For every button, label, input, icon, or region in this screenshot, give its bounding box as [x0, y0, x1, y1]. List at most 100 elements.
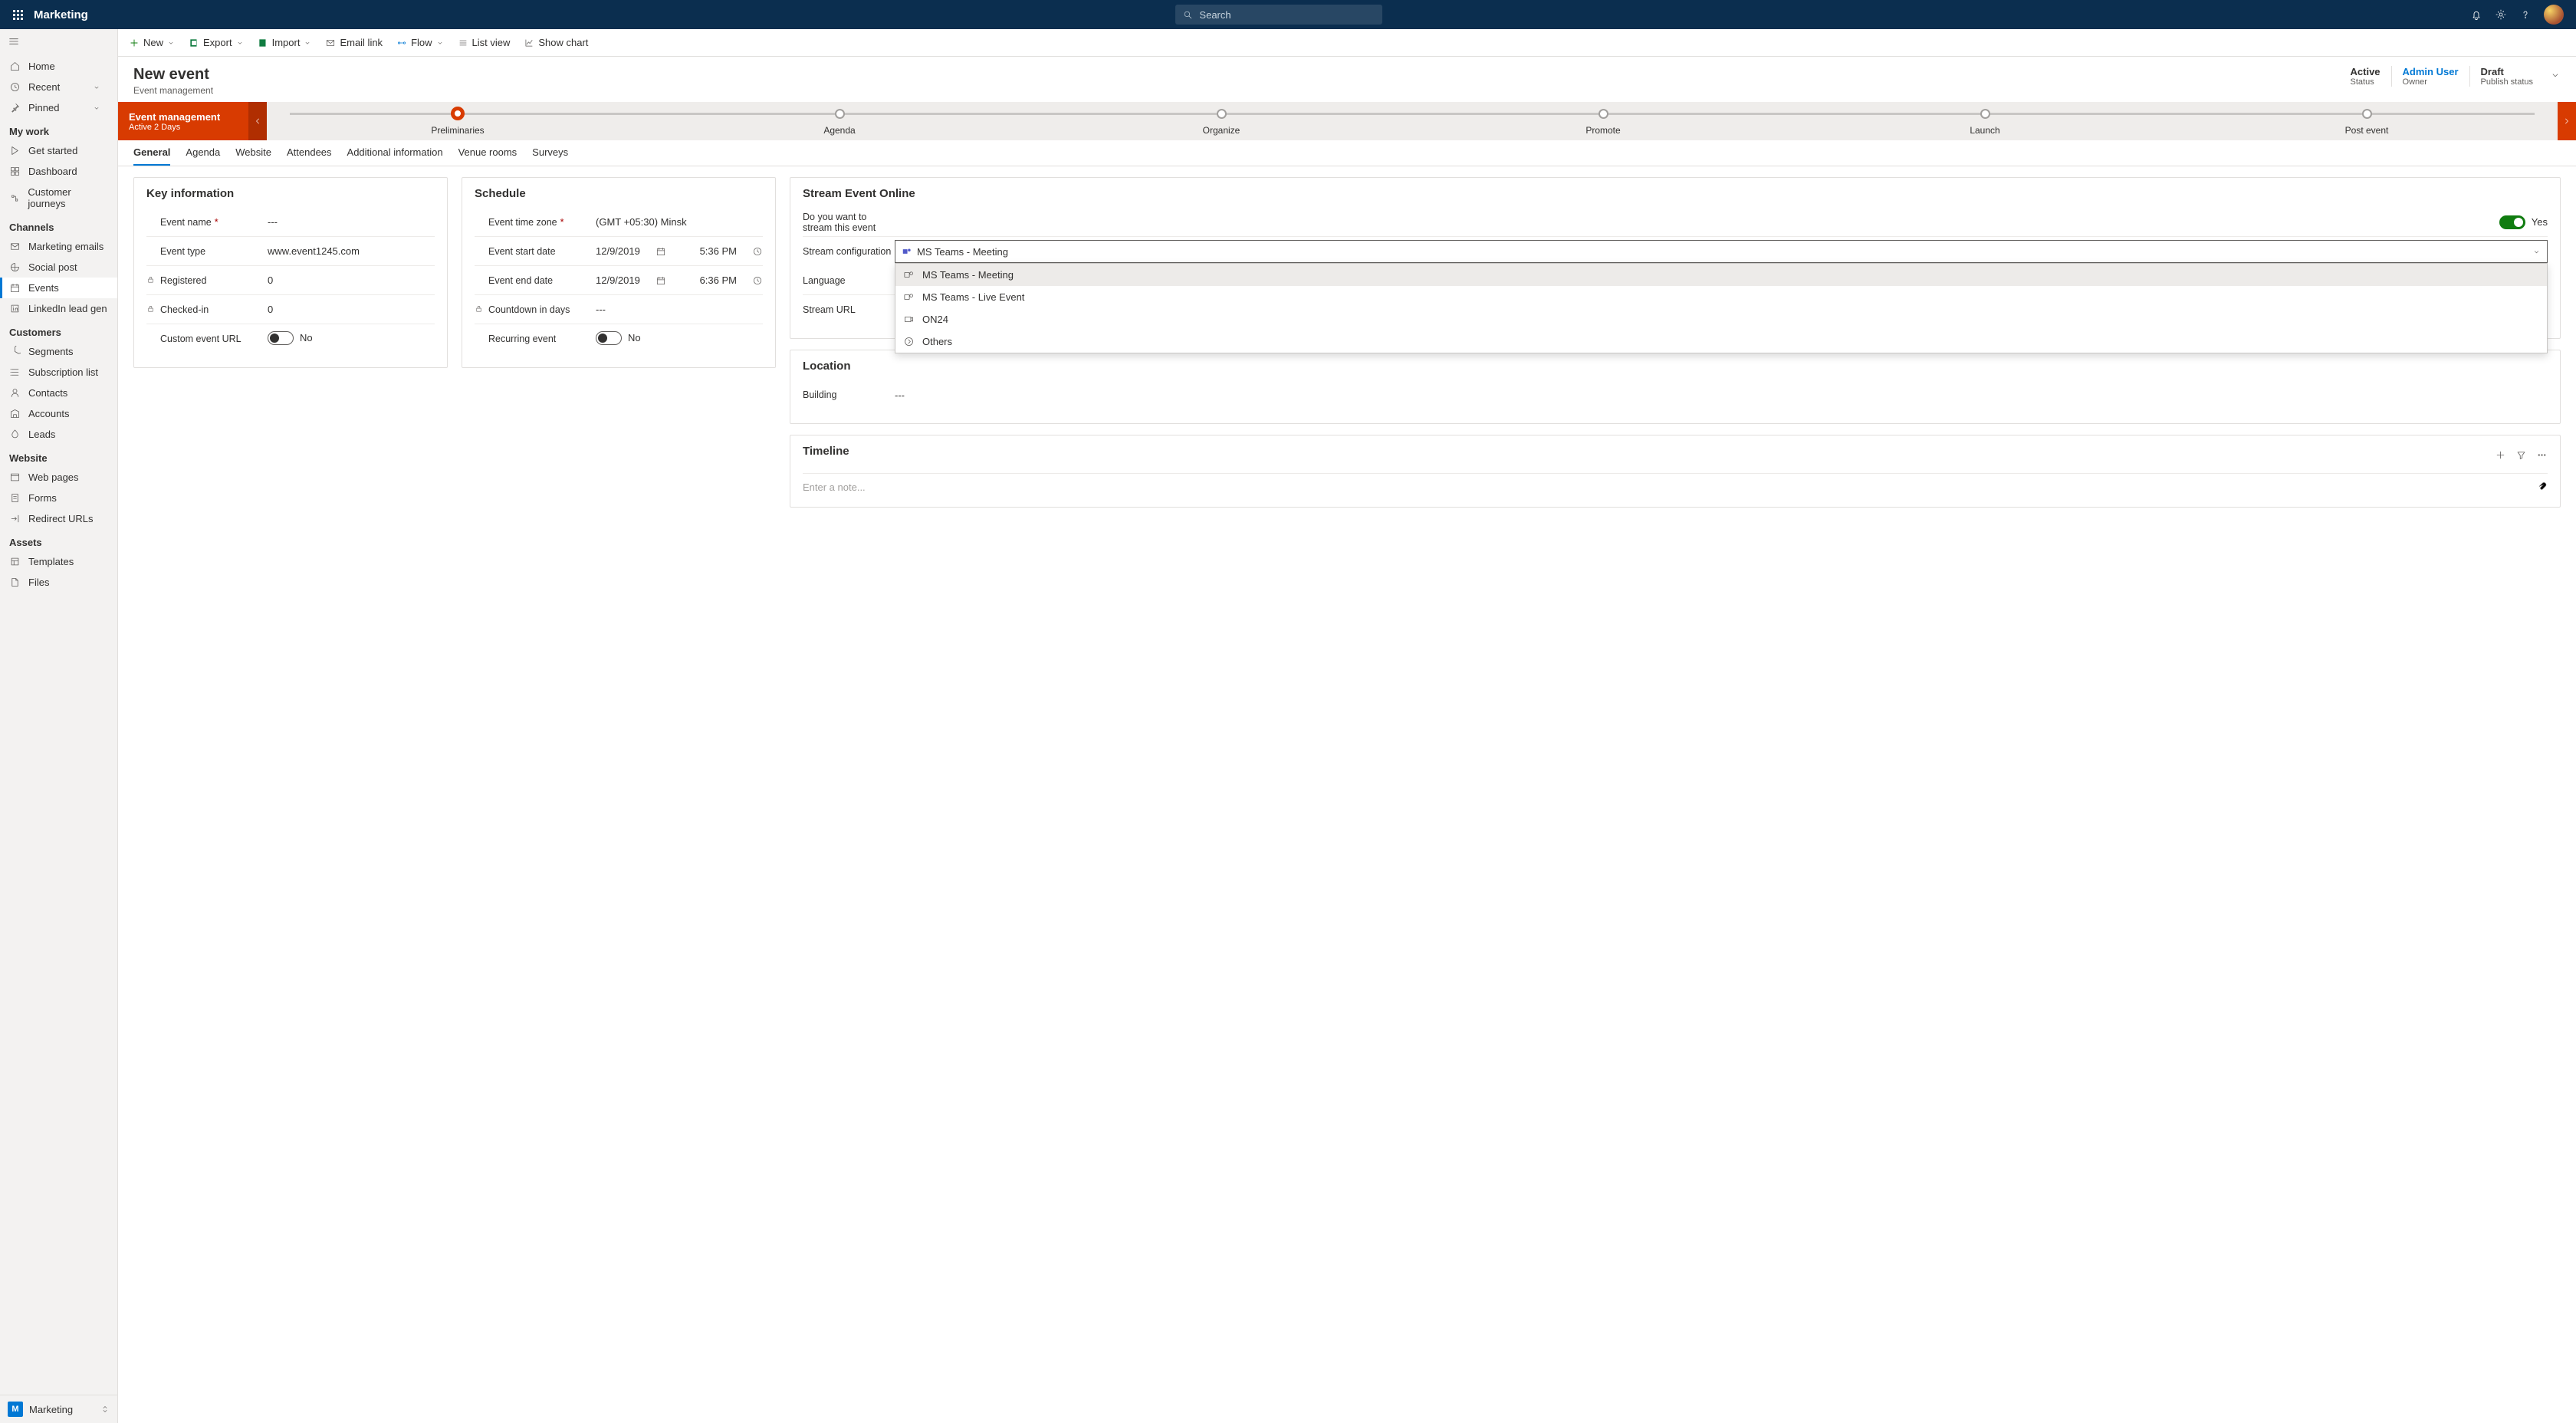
building-input[interactable]: ---	[895, 389, 2548, 401]
more-button[interactable]	[2536, 449, 2548, 461]
export-button[interactable]: Export	[189, 37, 244, 48]
new-button[interactable]: New	[129, 37, 175, 48]
help-icon[interactable]	[2519, 8, 2532, 21]
tab-surveys[interactable]: Surveys	[532, 146, 568, 166]
process-prev-button[interactable]	[248, 102, 267, 140]
tab-agenda[interactable]: Agenda	[186, 146, 220, 166]
calendar-icon[interactable]	[656, 275, 666, 286]
countdown-value: ---	[596, 304, 763, 315]
process-stage-organize[interactable]: Organize	[1030, 102, 1412, 140]
clock-icon[interactable]	[752, 275, 763, 286]
sidebar-item-templates[interactable]: Templates	[0, 551, 117, 572]
chart-icon	[524, 38, 534, 48]
lock-icon	[475, 304, 483, 313]
chevron-down-icon	[93, 84, 100, 91]
sidebar-item-get-started[interactable]: Get started	[0, 140, 117, 161]
sidebar-item-events[interactable]: Events	[0, 278, 117, 298]
process-stage-preliminaries[interactable]: Preliminaries	[267, 102, 649, 140]
stream-toggle[interactable]: Yes	[2499, 215, 2548, 229]
chevron-down-icon	[2550, 70, 2561, 81]
flow-button[interactable]: Flow	[396, 37, 443, 48]
global-search-input[interactable]: Search	[1175, 5, 1382, 25]
tab-website[interactable]: Website	[235, 146, 271, 166]
checked-in-label: Checked-in	[160, 304, 268, 315]
filter-button[interactable]	[2515, 449, 2527, 461]
sidebar-item-web-pages[interactable]: Web pages	[0, 467, 117, 488]
email-link-button[interactable]: Email link	[325, 37, 383, 48]
sidebar-item-forms[interactable]: Forms	[0, 488, 117, 508]
recurring-toggle[interactable]: No	[596, 331, 641, 345]
custom-url-toggle[interactable]: No	[268, 331, 313, 345]
import-button[interactable]: Import	[258, 37, 312, 48]
search-placeholder: Search	[1199, 9, 1230, 21]
process-stage-post-event[interactable]: Post event	[2176, 102, 2558, 140]
timezone-input[interactable]: (GMT +05:30) Minsk	[596, 216, 763, 228]
dropdown-option[interactable]: MS Teams - Live Event	[895, 286, 2547, 308]
dropdown-option[interactable]: ON24	[895, 308, 2547, 330]
card-heading: Location	[803, 360, 2548, 373]
sidebar-toggle-button[interactable]	[0, 29, 117, 56]
nav-icon	[9, 492, 21, 504]
sidebar-item-leads[interactable]: Leads	[0, 424, 117, 445]
start-date-input[interactable]: 12/9/2019	[596, 245, 640, 257]
area-switcher[interactable]: M Marketing	[0, 1395, 117, 1423]
clock-icon[interactable]	[752, 246, 763, 257]
sidebar-item-customer-journeys[interactable]: Customer journeys	[0, 182, 117, 214]
calendar-icon[interactable]	[656, 246, 666, 257]
tab-additional-information[interactable]: Additional information	[347, 146, 443, 166]
process-stage-promote[interactable]: Promote	[1412, 102, 1794, 140]
event-type-input[interactable]: www.event1245.com	[268, 245, 435, 257]
user-avatar[interactable]	[2544, 5, 2564, 25]
attachment-icon[interactable]	[2538, 482, 2548, 492]
event-name-input[interactable]: ---	[268, 216, 435, 228]
start-time-input[interactable]: 5:36 PM	[700, 245, 737, 257]
sidebar-item-redirect-urls[interactable]: Redirect URLs	[0, 508, 117, 529]
dropdown-option[interactable]: Others	[895, 330, 2547, 353]
nav-icon	[9, 282, 21, 294]
tab-venue-rooms[interactable]: Venue rooms	[458, 146, 518, 166]
sidebar-item-accounts[interactable]: Accounts	[0, 403, 117, 424]
updown-icon	[100, 1404, 110, 1415]
sidebar-item-pinned[interactable]: Pinned	[0, 97, 117, 118]
notifications-icon[interactable]	[2470, 8, 2482, 21]
process-stage-agenda[interactable]: Agenda	[649, 102, 1030, 140]
process-banner: Event management Active 2 Days	[118, 102, 248, 140]
hamburger-icon	[8, 35, 20, 48]
tab-general[interactable]: General	[133, 146, 170, 166]
end-date-label: Event end date	[488, 275, 596, 286]
stage-dot-icon	[451, 107, 465, 120]
stream-config-dropdown[interactable]: MS Teams - Meeting	[895, 240, 2548, 263]
sidebar-item-dashboard[interactable]: Dashboard	[0, 161, 117, 182]
show-chart-button[interactable]: Show chart	[524, 37, 588, 48]
sidebar-item-social-post[interactable]: Social post	[0, 257, 117, 278]
end-date-input[interactable]: 12/9/2019	[596, 274, 640, 286]
stage-dot-icon	[1598, 109, 1608, 119]
list-view-button[interactable]: List view	[458, 37, 511, 48]
sidebar: Home Recent Pinned My workGet startedDas…	[0, 29, 118, 1423]
sidebar-group-title: Customers	[0, 319, 117, 341]
dropdown-option[interactable]: MS Teams - Meeting	[895, 264, 2547, 286]
sidebar-item-files[interactable]: Files	[0, 572, 117, 593]
stage-label: Launch	[1970, 125, 1999, 136]
sidebar-item-marketing-emails[interactable]: Marketing emails	[0, 236, 117, 257]
sidebar-item-home[interactable]: Home	[0, 56, 117, 77]
sidebar-item-segments[interactable]: Segments	[0, 341, 117, 362]
process-next-button[interactable]	[2558, 102, 2576, 140]
sidebar-item-label: Social post	[28, 261, 77, 273]
process-stage-launch[interactable]: Launch	[1794, 102, 2176, 140]
language-label: Language	[803, 275, 895, 286]
add-note-button[interactable]	[2495, 449, 2506, 461]
sidebar-item-linkedin-lead-gen[interactable]: LinkedIn lead gen	[0, 298, 117, 319]
card-heading: Key information	[146, 187, 435, 200]
end-time-input[interactable]: 6:36 PM	[700, 274, 737, 286]
note-input[interactable]: Enter a note...	[803, 473, 2548, 493]
tab-attendees[interactable]: Attendees	[287, 146, 332, 166]
lock-icon	[146, 304, 155, 313]
sidebar-item-subscription-list[interactable]: Subscription list	[0, 362, 117, 383]
sidebar-item-contacts[interactable]: Contacts	[0, 383, 117, 403]
owner-link[interactable]: Admin User	[2403, 66, 2459, 77]
app-launcher-button[interactable]	[6, 10, 29, 20]
sidebar-item-recent[interactable]: Recent	[0, 77, 117, 97]
settings-icon[interactable]	[2495, 8, 2507, 21]
header-expand-button[interactable]	[2550, 70, 2561, 83]
